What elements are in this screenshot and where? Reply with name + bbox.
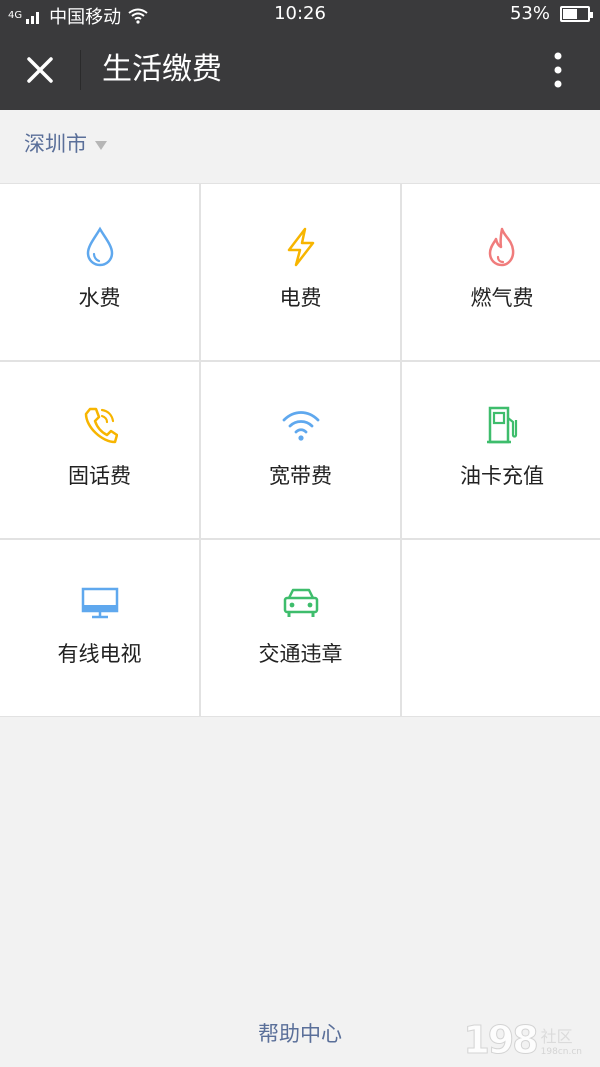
wifi-icon bbox=[282, 411, 319, 441]
fuel-pump-icon bbox=[487, 406, 518, 444]
city-selector[interactable]: 深圳市 bbox=[24, 128, 107, 160]
service-label: 电费 bbox=[279, 286, 322, 310]
service-electricity[interactable]: 电费 bbox=[201, 184, 400, 360]
watermark-number: 198 bbox=[463, 1018, 539, 1063]
tv-icon bbox=[81, 587, 118, 619]
phone-icon bbox=[84, 407, 118, 444]
status-bar: 4G 中国移动 10:26 53% bbox=[0, 0, 600, 30]
service-label: 有线电视 bbox=[57, 642, 142, 666]
service-label: 燃气费 bbox=[470, 286, 534, 310]
empty-grid-cell bbox=[402, 540, 600, 716]
service-label: 油卡充值 bbox=[460, 464, 544, 488]
title-divider bbox=[80, 50, 81, 90]
more-button[interactable] bbox=[530, 42, 586, 98]
service-label: 固话费 bbox=[68, 464, 131, 488]
service-grid: 水费 电费 燃气费 固话费 宽带费 油卡充值 有线电视 交通违章 bbox=[0, 183, 600, 717]
status-right: 53% bbox=[509, 3, 593, 24]
flame-icon bbox=[488, 227, 515, 267]
car-icon bbox=[283, 588, 318, 617]
service-label: 宽带费 bbox=[269, 464, 332, 488]
title-bar: 生活缴费 bbox=[0, 30, 600, 110]
page-title: 生活缴费 bbox=[102, 52, 222, 87]
service-landline[interactable]: 固话费 bbox=[0, 362, 199, 538]
battery-level bbox=[563, 8, 577, 19]
close-icon bbox=[27, 57, 53, 83]
service-label: 水费 bbox=[78, 286, 121, 310]
watermark-logo: 198 社区 198cn.cn bbox=[463, 1018, 582, 1063]
battery-percent: 53% bbox=[509, 3, 550, 24]
service-traffic-violation[interactable]: 交通违章 bbox=[201, 540, 400, 716]
watermark-text: 社区 bbox=[540, 1027, 573, 1046]
battery-icon bbox=[560, 5, 593, 22]
service-cable-tv[interactable]: 有线电视 bbox=[0, 540, 199, 716]
watermark-text-group: 社区 198cn.cn bbox=[541, 1023, 582, 1057]
lightning-icon bbox=[287, 227, 314, 267]
more-vertical-icon bbox=[554, 52, 562, 88]
service-fuel-card[interactable]: 油卡充值 bbox=[402, 362, 600, 538]
service-label: 交通违章 bbox=[258, 642, 343, 666]
city-name: 深圳市 bbox=[24, 132, 87, 156]
service-gas[interactable]: 燃气费 bbox=[402, 184, 600, 360]
water-drop-icon bbox=[86, 226, 113, 267]
close-button[interactable] bbox=[12, 42, 68, 98]
watermark-subtext: 198cn.cn bbox=[540, 1047, 582, 1057]
service-broadband[interactable]: 宽带费 bbox=[201, 362, 400, 538]
service-water[interactable]: 水费 bbox=[0, 184, 199, 360]
dropdown-triangle-icon bbox=[95, 141, 107, 150]
